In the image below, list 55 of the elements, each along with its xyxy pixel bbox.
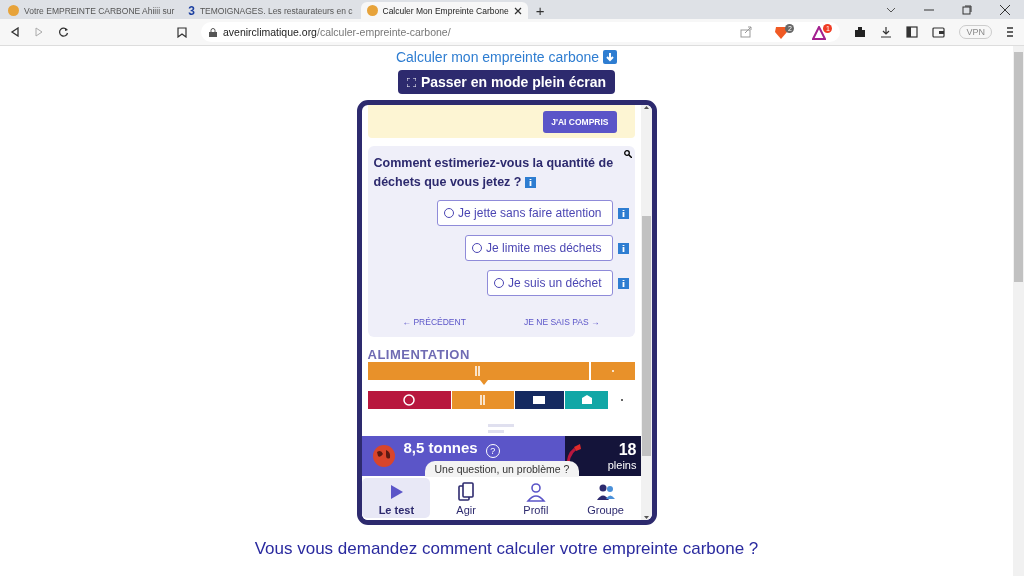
url-text: avenirclimatique.org/calculer-empreinte-carbone/ [223, 26, 451, 38]
fuel-count: 18 [618, 441, 637, 459]
info-icon[interactable] [617, 242, 629, 254]
nav-tab[interactable]: Groupe [571, 478, 640, 518]
fuel-unit: pleins [607, 459, 637, 471]
previous-link[interactable]: ← PRÉCÉDENT [402, 317, 466, 327]
info-icon[interactable] [617, 277, 629, 289]
scrollbar-thumb[interactable] [641, 216, 651, 456]
answer-option[interactable]: Je limite mes déchets [465, 235, 613, 261]
answer-option[interactable]: Je jette sans faire attention [437, 200, 613, 226]
nav-tab[interactable]: Profil [501, 478, 570, 518]
maximize-icon[interactable] [962, 4, 972, 15]
favicon-logo: 3 [188, 3, 195, 18]
tab-title: Votre EMPREINTE CARBONE Ahiiii sur [24, 5, 175, 16]
browser-tab[interactable]: 3 TEMOIGNAGES. Les restaurateurs en c [182, 2, 359, 19]
fullscreen-button[interactable]: Passer en mode plein écran [397, 70, 616, 94]
help-tooltip[interactable]: Une question, un problème ? [424, 461, 580, 477]
person-icon [524, 480, 547, 503]
back-icon[interactable] [10, 27, 20, 37]
down-arrow-icon [603, 50, 618, 64]
bookmark-icon[interactable] [177, 26, 187, 38]
browser-tab[interactable]: Votre EMPREINTE CARBONE Ahiiii sur [2, 2, 181, 19]
share-icon[interactable] [740, 26, 753, 38]
footprint-value: 8,5 tonnes [403, 439, 478, 456]
search-icon[interactable] [623, 150, 632, 158]
reload-icon[interactable] [58, 26, 69, 38]
info-icon[interactable] [617, 207, 629, 219]
globe-icon [371, 444, 396, 468]
understood-button[interactable]: J'AI COMPRIS [543, 110, 617, 133]
scroll-up-icon[interactable] [642, 105, 650, 110]
drag-handle-icon[interactable] [488, 424, 514, 434]
scrollbar-thumb[interactable] [1014, 52, 1023, 282]
nav-tab[interactable]: Le test [362, 478, 431, 518]
skip-link[interactable]: JE NE SAIS PAS → [524, 317, 600, 327]
nav-tab[interactable]: Agir [432, 478, 501, 518]
scroll-down-icon[interactable] [642, 515, 650, 520]
menu-icon[interactable] [1006, 26, 1014, 38]
tab-title: Calculer Mon Empreinte Carbone [382, 5, 509, 16]
sidebar-icon[interactable] [906, 26, 919, 38]
download-icon[interactable] [880, 26, 893, 38]
wallet-icon[interactable] [932, 26, 946, 38]
close-icon[interactable] [513, 6, 522, 15]
category-title: ALIMENTATION [367, 347, 471, 362]
new-tab-button[interactable]: + [529, 2, 551, 19]
close-icon[interactable] [1000, 4, 1010, 15]
fullscreen-icon [406, 77, 416, 87]
browser-tab[interactable]: Calculer Mon Empreinte Carbone [360, 2, 528, 19]
lock-icon [209, 27, 217, 37]
calculate-link[interactable]: Calculer mon empreinte carbone [395, 49, 600, 65]
tab-title: TEMOIGNAGES. Les restaurateurs en c [199, 5, 353, 16]
section-heading: Vous vous demandez comment calculer votre empreinte carbone ? [254, 539, 759, 559]
answer-option[interactable]: Je suis un déchet [487, 270, 613, 296]
question-text: Comment estimeriez-vous la quantité de déchets que vous jetez ? [373, 155, 614, 191]
favicon-icon [366, 5, 378, 16]
favicon-icon [8, 5, 19, 16]
